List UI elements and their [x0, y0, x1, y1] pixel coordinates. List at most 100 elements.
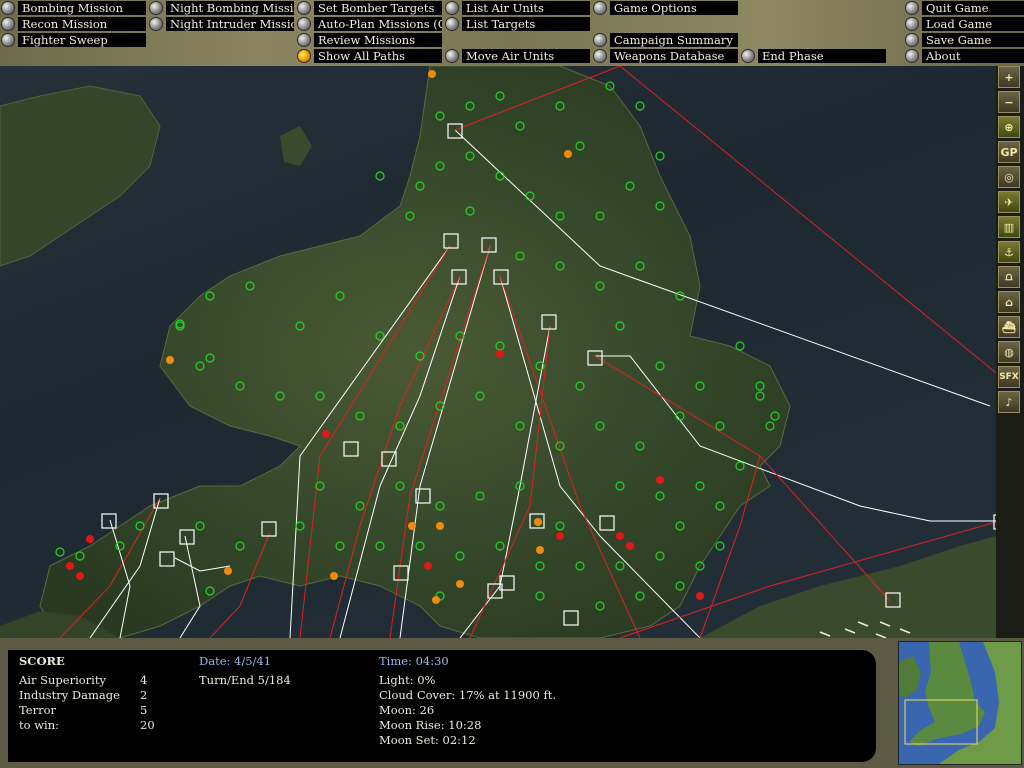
music-icon[interactable]: ♪ — [998, 391, 1020, 413]
date-readout: Date: 4/5/41 — [199, 654, 272, 668]
orb-icon — [594, 50, 606, 62]
orb-icon — [298, 18, 310, 30]
about-label: About — [922, 49, 1024, 63]
bombing-mission-label: Bombing Mission — [18, 1, 146, 15]
campaign-summary-button[interactable]: Campaign Summary — [594, 33, 738, 47]
game-options-label: Game Options — [610, 1, 738, 15]
main-toolbar: Bombing Mission Recon Mission Fighter Sw… — [0, 0, 1024, 66]
time-readout: Time: 04:30 — [379, 654, 449, 668]
minimap[interactable] — [898, 641, 1022, 765]
score-heading: SCORE — [19, 654, 65, 668]
orb-icon — [906, 2, 918, 14]
review-missions-button[interactable]: Review Missions — [298, 33, 442, 47]
orb-icon — [2, 2, 14, 14]
target-icon[interactable]: ◎ — [998, 166, 1020, 188]
night-intruder-mission-button[interactable]: Night Intruder Mission — [150, 17, 294, 31]
auto-plan-missions-button[interactable]: Auto-Plan Missions (Off) — [298, 17, 442, 31]
minimap-canvas[interactable] — [899, 642, 1021, 764]
factory-icon[interactable]: ▥ — [998, 216, 1020, 238]
move-air-units-button[interactable]: Move Air Units — [446, 49, 590, 63]
fire-orb-icon — [298, 50, 310, 62]
crosshair-icon[interactable]: ⊕ — [998, 116, 1020, 138]
moon-rise-readout: Moon Rise: 10:28 — [379, 718, 482, 732]
recon-mission-button[interactable]: Recon Mission — [2, 17, 146, 31]
orb-icon — [298, 34, 310, 46]
weapons-database-button[interactable]: Weapons Database — [594, 49, 738, 63]
gp-icon[interactable]: GP — [998, 141, 1020, 163]
turn-readout: Turn/End 5/184 — [199, 673, 291, 687]
load-game-label: Load Game — [922, 17, 1024, 31]
score-label-to-win: to win: — [19, 718, 60, 732]
zoom-in-icon[interactable]: + — [998, 66, 1020, 88]
game-options-button[interactable]: Game Options — [594, 1, 738, 15]
fighter-sweep-label: Fighter Sweep — [18, 33, 146, 47]
radar-icon[interactable]: ◍ — [998, 341, 1020, 363]
quit-game-label: Quit Game — [922, 1, 1024, 15]
score-label-terror: Terror — [19, 703, 56, 717]
orb-icon — [594, 2, 606, 14]
save-game-label: Save Game — [922, 33, 1024, 47]
set-bomber-targets-button[interactable]: Set Bomber Targets — [298, 1, 442, 15]
isle-of-man-landmass — [280, 126, 312, 166]
info-box: SCORE Air Superiority 4 Industry Damage … — [8, 650, 876, 762]
anchor-icon[interactable]: ⚓ — [998, 241, 1020, 263]
cloud-cover-readout: Cloud Cover: 17% at 11900 ft. — [379, 688, 556, 702]
score-value-to-win: 20 — [140, 718, 155, 732]
moon-set-readout: Moon Set: 02:12 — [379, 733, 476, 747]
show-all-paths-button[interactable]: Show All Paths — [298, 49, 442, 63]
orb-icon — [446, 2, 458, 14]
weapons-database-label: Weapons Database — [610, 49, 738, 63]
campaign-summary-label: Campaign Summary — [610, 33, 738, 47]
orb-icon — [906, 34, 918, 46]
list-air-units-button[interactable]: List Air Units — [446, 1, 590, 15]
end-phase-label: End Phase — [758, 49, 886, 63]
orb-icon — [906, 50, 918, 62]
map-canvas[interactable] — [0, 66, 996, 638]
save-game-button[interactable]: Save Game — [906, 33, 1024, 47]
move-air-units-label: Move Air Units — [462, 49, 590, 63]
score-label-industry-damage: Industry Damage — [19, 688, 120, 702]
score-value-industry-damage: 2 — [140, 688, 148, 702]
orb-icon — [150, 2, 162, 14]
orb-icon — [150, 18, 162, 30]
bombing-mission-button[interactable]: Bombing Mission — [2, 1, 146, 15]
list-air-units-label: List Air Units — [462, 1, 590, 15]
recon-mission-label: Recon Mission — [18, 17, 146, 31]
night-intruder-mission-label: Night Intruder Mission — [166, 17, 294, 31]
ireland-landmass — [0, 85, 161, 267]
orb-icon — [446, 18, 458, 30]
fighter-sweep-button[interactable]: Fighter Sweep — [2, 33, 146, 47]
orb-icon — [446, 50, 458, 62]
orb-icon — [2, 34, 14, 46]
france-coast-landmass — [700, 536, 996, 638]
status-panel: SCORE Air Superiority 4 Industry Damage … — [0, 638, 1024, 768]
map-tools-column: + − ⊕ GP ◎ ✈ ▥ ⚓ ⩍ ⌂ ⛴ ◍ SFX ♪ — [996, 66, 1024, 638]
building-icon[interactable]: ⌂ — [998, 291, 1020, 313]
sfx-icon[interactable]: SFX — [998, 366, 1020, 388]
score-value-air-superiority: 4 — [140, 673, 148, 687]
list-targets-button[interactable]: List Targets — [446, 17, 590, 31]
auto-plan-missions-label: Auto-Plan Missions (Off) — [314, 17, 442, 31]
bridge-icon[interactable]: ⩍ — [998, 266, 1020, 288]
moon-readout: Moon: 26 — [379, 703, 435, 717]
review-missions-label: Review Missions — [314, 33, 442, 47]
load-game-button[interactable]: Load Game — [906, 17, 1024, 31]
night-bombing-mission-button[interactable]: Night Bombing Mission — [150, 1, 294, 15]
show-all-paths-label: Show All Paths — [314, 49, 442, 63]
orb-icon — [2, 18, 14, 30]
ship-icon[interactable]: ⛴ — [998, 316, 1020, 338]
score-label-air-superiority: Air Superiority — [19, 673, 106, 687]
orb-icon — [906, 18, 918, 30]
zoom-out-icon[interactable]: − — [998, 91, 1020, 113]
list-targets-label: List Targets — [462, 17, 590, 31]
end-phase-button[interactable]: End Phase — [742, 49, 886, 63]
orb-icon — [298, 2, 310, 14]
orb-icon — [742, 50, 754, 62]
quit-game-button[interactable]: Quit Game — [906, 1, 1024, 15]
aircraft-icon[interactable]: ✈ — [998, 191, 1020, 213]
about-button[interactable]: About — [906, 49, 1024, 63]
night-bombing-mission-label: Night Bombing Mission — [166, 1, 294, 15]
light-readout: Light: 0% — [379, 673, 436, 687]
set-bomber-targets-label: Set Bomber Targets — [314, 1, 442, 15]
campaign-map[interactable] — [0, 66, 996, 638]
